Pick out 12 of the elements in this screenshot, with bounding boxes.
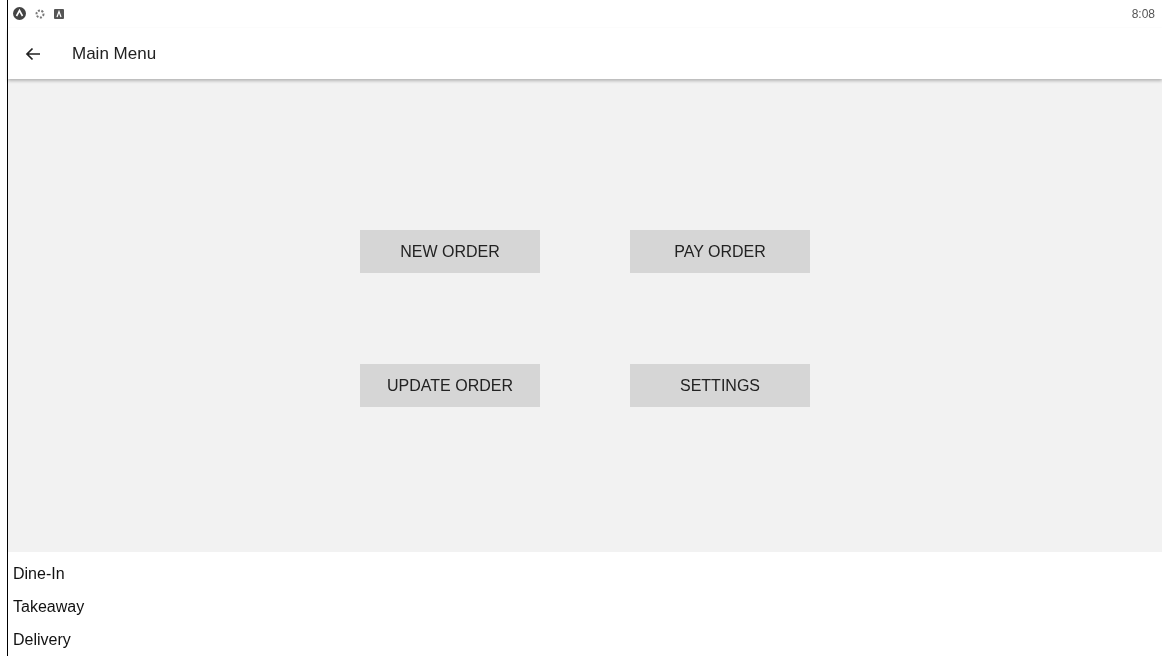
- list-item[interactable]: Takeaway: [8, 590, 1162, 623]
- menu-button[interactable]: PAY ORDER: [630, 230, 810, 274]
- list-item[interactable]: Delivery: [8, 623, 1162, 656]
- list-item[interactable]: Dine-In: [8, 557, 1162, 590]
- menu-button[interactable]: UPDATE ORDER: [360, 364, 540, 408]
- back-arrow-icon: [25, 46, 41, 61]
- clock-time: 8:08: [1131, 5, 1156, 23]
- menu-button[interactable]: SETTINGS: [630, 364, 810, 408]
- app-logo-icon: [13, 7, 26, 21]
- menu-button[interactable]: NEW ORDER: [360, 230, 540, 274]
- app-icon: [54, 8, 64, 19]
- page-title: Main Menu: [72, 42, 157, 65]
